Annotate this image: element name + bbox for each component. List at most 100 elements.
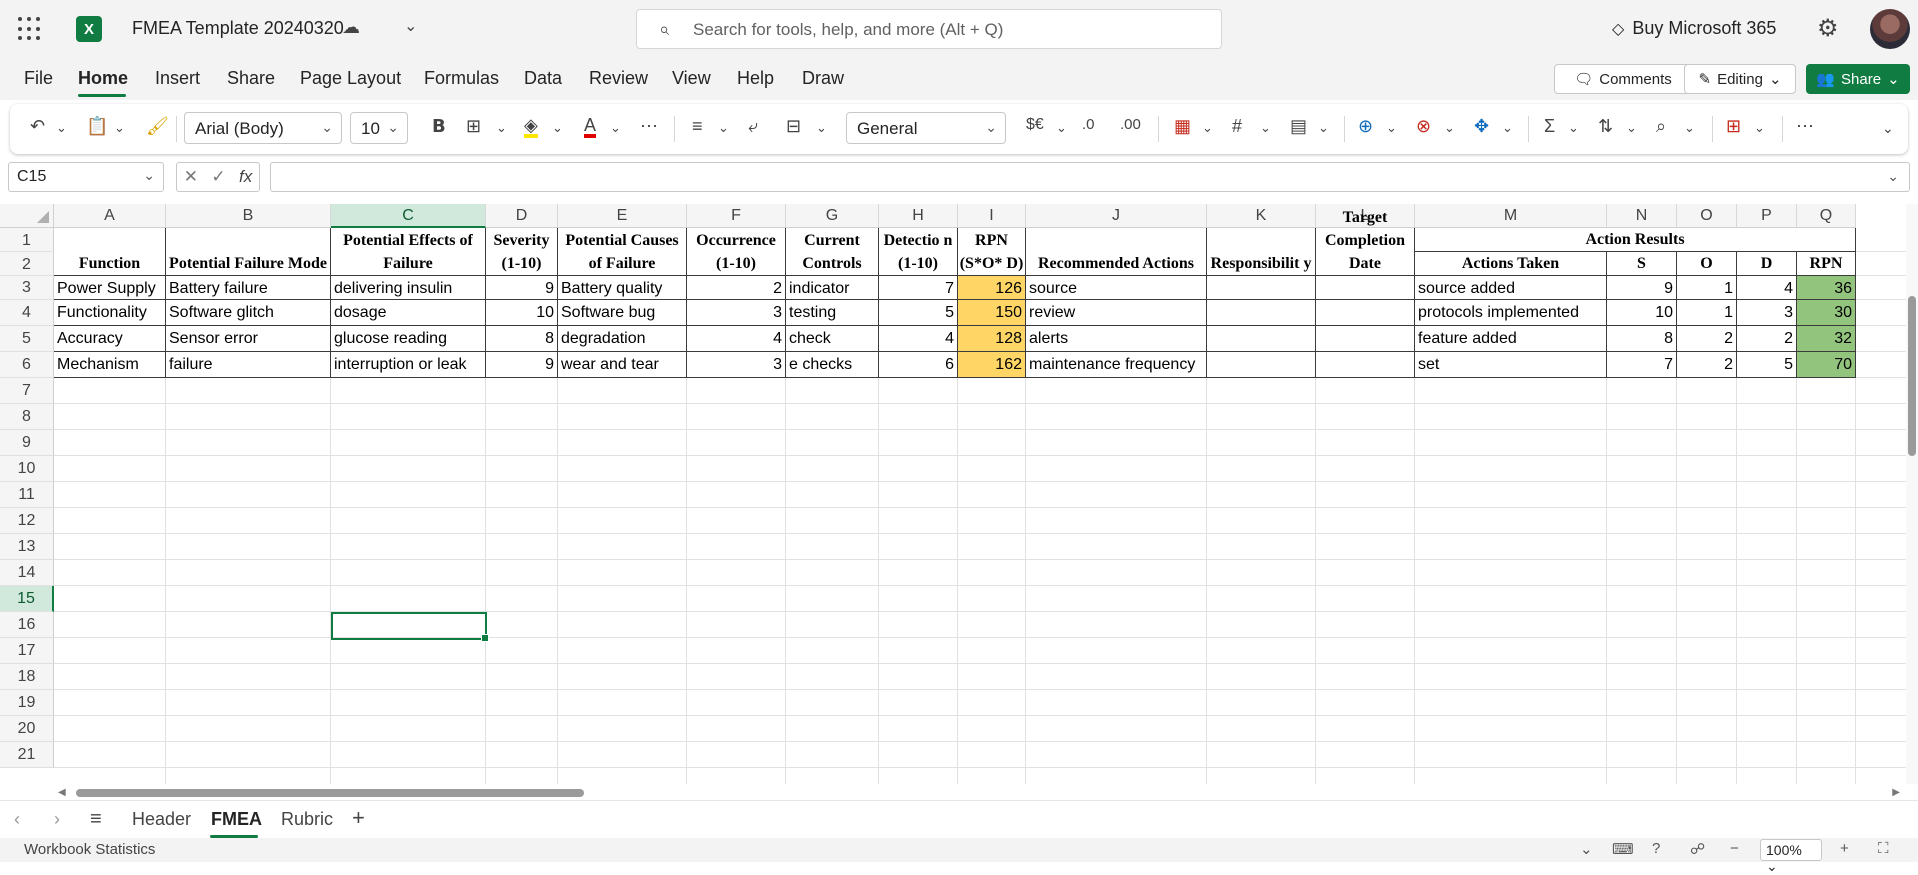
- data-cell-g5[interactable]: check: [786, 326, 879, 352]
- merge-icon[interactable]: ⊟: [786, 116, 801, 137]
- vertical-scroll-thumb[interactable]: [1908, 296, 1916, 456]
- data-cell-b6[interactable]: failure: [166, 352, 331, 378]
- column-header-j[interactable]: J: [1026, 204, 1207, 228]
- borders-icon[interactable]: ⊞: [466, 116, 481, 137]
- vertical-scrollbar[interactable]: ▲: [1906, 204, 1918, 784]
- column-header-b[interactable]: B: [166, 204, 331, 228]
- data-cell-i5[interactable]: 128: [958, 326, 1026, 352]
- chevron-down-icon[interactable]: ⌄: [1580, 840, 1593, 858]
- workbook-statistics[interactable]: Workbook Statistics: [24, 841, 155, 858]
- data-cell-c5[interactable]: glucose reading: [331, 326, 486, 352]
- column-header-p[interactable]: P: [1737, 204, 1797, 228]
- fill-color-icon[interactable]: ◈: [524, 116, 538, 138]
- data-cell-p6[interactable]: 5: [1737, 352, 1797, 378]
- format-table-icon[interactable]: #: [1232, 116, 1242, 137]
- zoom-in-icon[interactable]: +: [1840, 840, 1849, 857]
- data-cell-l5[interactable]: [1316, 326, 1415, 352]
- document-title[interactable]: FMEA Template 20240320: [132, 18, 344, 39]
- tab-share[interactable]: Share: [227, 68, 275, 89]
- header-cell-c[interactable]: Potential Effects of Failure: [331, 228, 486, 276]
- data-cell-b5[interactable]: Sensor error: [166, 326, 331, 352]
- data-cell-o3[interactable]: 1: [1677, 276, 1737, 300]
- tab-draw[interactable]: Draw: [802, 68, 844, 89]
- expand-ribbon-chevron-icon[interactable]: ⌄: [1882, 120, 1894, 137]
- data-cell-k4[interactable]: [1207, 300, 1316, 326]
- data-cell-i3[interactable]: 126: [958, 276, 1026, 300]
- row-header-20[interactable]: 20: [0, 716, 54, 742]
- tab-data[interactable]: Data: [524, 68, 562, 89]
- zoom-select[interactable]: 100% ⌄: [1760, 839, 1822, 874]
- data-cell-d5[interactable]: 8: [486, 326, 558, 352]
- column-header-q[interactable]: Q: [1797, 204, 1856, 228]
- data-cell-l4[interactable]: [1316, 300, 1415, 326]
- conditional-format-icon[interactable]: ▦: [1174, 116, 1191, 137]
- data-cell-h4[interactable]: 5: [879, 300, 958, 326]
- cell-styles-icon[interactable]: ▤: [1290, 116, 1307, 137]
- data-cell-e5[interactable]: degradation: [558, 326, 687, 352]
- find-chevron-down-icon[interactable]: ⌄: [1684, 120, 1695, 136]
- tab-file[interactable]: File: [24, 68, 53, 89]
- row-header-13[interactable]: 13: [0, 534, 54, 560]
- tab-page-layout[interactable]: Page Layout: [300, 68, 401, 89]
- row-header-7[interactable]: 7: [0, 378, 54, 404]
- data-cell-f4[interactable]: 3: [687, 300, 786, 326]
- undo-icon[interactable]: ↶: [30, 116, 45, 137]
- sheet-tab-fmea[interactable]: FMEA: [211, 809, 262, 830]
- all-sheets-menu-icon[interactable]: ≡: [90, 808, 102, 831]
- data-cell-e6[interactable]: wear and tear: [558, 352, 687, 378]
- data-cell-n3[interactable]: 9: [1607, 276, 1677, 300]
- row-header-14[interactable]: 14: [0, 560, 54, 586]
- add-ins-icon[interactable]: ⊞: [1726, 116, 1741, 137]
- data-cell-f5[interactable]: 4: [687, 326, 786, 352]
- row-header-10[interactable]: 10: [0, 456, 54, 482]
- data-cell-h5[interactable]: 4: [879, 326, 958, 352]
- autosum-icon[interactable]: Σ: [1544, 116, 1555, 137]
- column-header-e[interactable]: E: [558, 204, 687, 228]
- header-cell-l[interactable]: Target Completion Date: [1316, 209, 1415, 276]
- header-cell-j[interactable]: Recommended Actions: [1026, 228, 1207, 276]
- data-cell-m6[interactable]: set: [1415, 352, 1607, 378]
- editing-mode-button[interactable]: ✎ Editing ⌄: [1684, 64, 1796, 94]
- autosum-chevron-down-icon[interactable]: ⌄: [1568, 120, 1579, 136]
- row-header-17[interactable]: 17: [0, 638, 54, 664]
- row-header-15[interactable]: 15: [0, 586, 54, 612]
- avatar[interactable]: [1870, 9, 1910, 49]
- row-header-21[interactable]: 21: [0, 742, 54, 768]
- horizontal-scrollbar[interactable]: ◀ ▶: [54, 786, 1904, 800]
- data-cell-c4[interactable]: dosage: [331, 300, 486, 326]
- title-chevron-down-icon[interactable]: ⌄: [404, 16, 417, 36]
- data-cell-q4[interactable]: 30: [1797, 300, 1856, 326]
- borders-chevron-down-icon[interactable]: ⌄: [496, 120, 507, 136]
- fx-icon[interactable]: fx: [239, 167, 252, 187]
- next-sheet-icon[interactable]: ›: [54, 809, 60, 830]
- tab-home[interactable]: Home: [78, 68, 128, 89]
- row-header-8[interactable]: 8: [0, 404, 54, 430]
- data-cell-k6[interactable]: [1207, 352, 1316, 378]
- decrease-decimal-icon[interactable]: .00: [1120, 116, 1141, 133]
- cs-chevron-down-icon[interactable]: ⌄: [1318, 120, 1329, 136]
- font-color-icon[interactable]: A: [584, 116, 597, 138]
- header-cell-o[interactable]: O: [1677, 252, 1737, 276]
- data-cell-q5[interactable]: 32: [1797, 326, 1856, 352]
- column-header-o[interactable]: O: [1677, 204, 1737, 228]
- header-cell-q[interactable]: RPN: [1797, 252, 1856, 276]
- column-header-i[interactable]: I: [958, 204, 1026, 228]
- header-cell-b[interactable]: Potential Failure Mode: [166, 228, 331, 276]
- zoom-out-icon[interactable]: −: [1730, 840, 1739, 857]
- row-header-18[interactable]: 18: [0, 664, 54, 690]
- data-cell-c6[interactable]: interruption or leak: [331, 352, 486, 378]
- name-box[interactable]: C15 ⌄: [8, 162, 164, 192]
- undo-chevron-down-icon[interactable]: ⌄: [56, 120, 67, 136]
- app-launcher-icon[interactable]: [18, 17, 42, 41]
- cf-chevron-down-icon[interactable]: ⌄: [1202, 120, 1213, 136]
- row-header-5[interactable]: 5: [0, 326, 54, 352]
- currency-chevron-down-icon[interactable]: ⌄: [1056, 120, 1067, 136]
- tab-review[interactable]: Review: [589, 68, 648, 89]
- row-header-2[interactable]: 2: [0, 252, 54, 276]
- check-icon[interactable]: ✓: [211, 167, 225, 187]
- more-options-icon[interactable]: ⋯: [640, 116, 658, 137]
- increase-decimal-icon[interactable]: .0: [1082, 116, 1095, 133]
- delete-cells-icon[interactable]: ⊗: [1416, 116, 1431, 137]
- keyboard-icon[interactable]: ⌨: [1612, 840, 1634, 858]
- column-header-f[interactable]: F: [687, 204, 786, 228]
